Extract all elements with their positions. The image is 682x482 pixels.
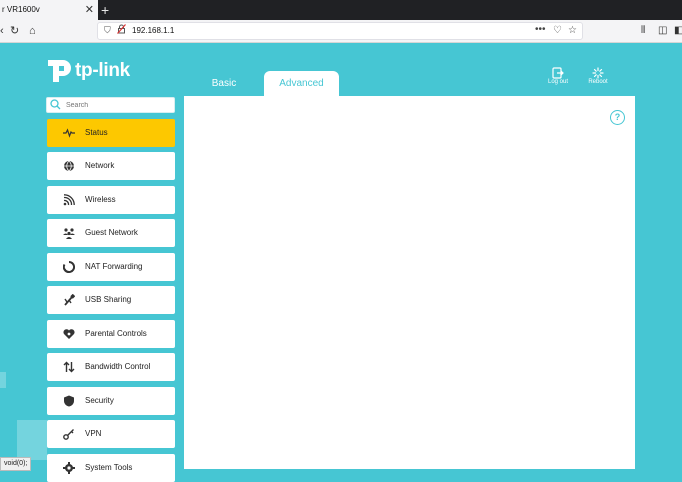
sidebar-item-parental-controls[interactable]: Parental Controls [47,320,175,348]
logout-button[interactable]: Log out [541,67,575,85]
reboot-label: Reboot [588,79,608,85]
sidebar-item-label: Status [85,128,108,137]
logout-label: Log out [547,79,569,85]
url-bar[interactable]: ⛉ 192.168.1.1 ••• ♡ ☆ [97,22,583,40]
sidebar-item-status[interactable]: Status [47,119,175,147]
heart-icon [63,329,75,339]
sidebar-item-label: Guest Network [85,228,138,237]
close-tab-icon[interactable]: ✕ [85,0,94,20]
search-box[interactable] [46,97,175,113]
wifi-icon [63,194,75,206]
help-icon[interactable]: ? [610,110,625,125]
sidebar-item-label: Security [85,396,114,405]
tab-basic[interactable]: Basic [198,71,250,96]
extensions-icon[interactable]: ◧ [674,23,682,39]
sidebar-item-nat-forwarding[interactable]: NAT Forwarding [47,253,175,281]
sidebar-item-guest-network[interactable]: Guest Network [47,219,175,247]
sidebar-item-label: Wireless [85,195,116,204]
insecure-lock-icon[interactable] [117,24,126,34]
search-input[interactable] [66,99,166,111]
key-icon [63,429,74,440]
sidebar-item-label: Network [85,161,115,170]
url-text[interactable]: 192.168.1.1 [132,26,174,35]
home-icon[interactable]: ⌂ [29,23,36,39]
sidebar-toggle-icon[interactable]: ◫ [658,23,667,39]
sidebar-item-label: Bandwidth Control [85,362,151,371]
browser-toolbar: ‹ ↻ ⌂ ⛉ 192.168.1.1 ••• ♡ ☆ ⫴ ◫ ◧ [0,20,682,43]
sidebar-item-security[interactable]: Security [47,387,175,415]
library-icon[interactable]: ⫴ [641,23,645,39]
sidebar-item-usb-sharing[interactable]: USB Sharing [47,286,175,314]
bookmark-star-icon[interactable]: ☆ [568,25,577,36]
sidebar-item-bandwidth-control[interactable]: Bandwidth Control [47,353,175,381]
sidebar-item-wireless[interactable]: Wireless [47,186,175,214]
sidebar-item-label: NAT Forwarding [85,262,143,271]
browser-tab[interactable]: r VR1600v ✕ [0,0,98,20]
reboot-icon [592,67,604,79]
logout-icon [552,67,564,79]
pocket-icon[interactable]: ♡ [553,25,562,36]
guest-icon [63,228,75,239]
page-actions-icon[interactable]: ••• [535,24,546,35]
sidebar-item-system-tools[interactable]: System Tools [47,454,175,482]
nat-icon [63,261,75,273]
sidebar-item-label: VPN [85,429,102,438]
bandwidth-icon [63,361,75,373]
reboot-button[interactable]: Reboot [581,67,615,85]
back-icon[interactable]: ‹ [0,23,4,39]
logo-text: tp-link [75,60,130,81]
browser-tab-title: r VR1600v [2,5,40,14]
search-icon [50,99,61,110]
shield-icon [64,395,74,407]
tplink-logo-icon [48,60,71,82]
sidebar-item-label: System Tools [85,463,133,472]
sidebar-item-label: Parental Controls [85,329,147,338]
reload-icon[interactable]: ↻ [10,23,19,39]
usb-icon [64,294,75,306]
new-tab-button[interactable]: + [101,0,109,20]
sidebar-item-vpn[interactable]: VPN [47,420,175,448]
background-decoration [17,420,47,460]
sidebar-item-network[interactable]: Network [47,152,175,180]
status-icon [63,128,75,138]
tracking-shield-icon[interactable]: ⛉ [104,25,111,36]
gear-icon [63,462,75,474]
sidebar-item-label: USB Sharing [85,295,132,304]
background-decoration [0,372,6,388]
main-content-panel [184,96,635,469]
globe-icon [64,160,74,172]
browser-tab-strip: r VR1600v ✕ + [0,0,682,20]
tab-advanced[interactable]: Advanced [264,71,339,96]
